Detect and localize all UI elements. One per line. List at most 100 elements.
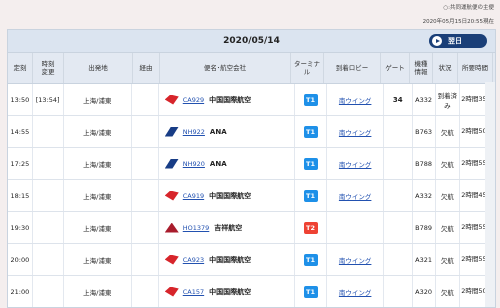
- flight-number-link[interactable]: NH920: [183, 160, 205, 168]
- airline-logo-icon: [164, 222, 179, 233]
- aircraft-type: A332: [413, 180, 436, 211]
- flight-cell: CA923 中国国際航空: [159, 244, 295, 275]
- airline-name: ANA: [209, 127, 227, 136]
- changed-time: [13:54]: [33, 84, 64, 115]
- scheduled-time: 18:15: [8, 180, 33, 211]
- scheduled-time: 13:50: [8, 84, 33, 115]
- flight-cell: CA157 中国国際航空: [159, 276, 295, 307]
- terminal-cell: T1: [295, 244, 328, 275]
- origin: 上海/浦東: [64, 276, 132, 307]
- col-aircraft: 機種 情報: [410, 53, 433, 83]
- terminal-cell: T1: [295, 148, 328, 179]
- via: [132, 116, 159, 147]
- col-lobby: 到着ロビー: [324, 53, 381, 83]
- changed-time: [33, 116, 64, 147]
- lobby-link[interactable]: 南ウイング: [339, 191, 372, 201]
- aircraft-type: B763: [413, 116, 436, 147]
- flight-number-link[interactable]: NH922: [183, 128, 205, 136]
- airline-name: 中国国際航空: [209, 287, 252, 296]
- via: [132, 276, 159, 307]
- flight-number-link[interactable]: CA923: [183, 256, 204, 264]
- col-terminal: ターミナル: [291, 53, 324, 83]
- current-date: 2020/05/14: [223, 36, 280, 46]
- airline-name: 中国国際航空: [209, 95, 252, 104]
- gate: [384, 212, 413, 243]
- table-header: 定刻 時刻 変更 出発地 経由 便名･航空会社 ターミナル 到着ロビー ゲート …: [8, 52, 495, 84]
- scrollbar[interactable]: [485, 82, 495, 307]
- airline-logo-icon: [164, 126, 179, 137]
- col-duration: 所要時間: [458, 53, 493, 83]
- table-row: 17:25 上海/浦東 NH920 ANA T1 南ウイング B788 欠航 2時間55分: [8, 148, 495, 180]
- terminal-cell: T1: [295, 116, 328, 147]
- date-bar: 2020/05/14 翌日: [8, 30, 495, 52]
- origin: 上海/浦東: [64, 116, 132, 147]
- lobby-cell: 南ウイング: [327, 244, 384, 275]
- lobby-link[interactable]: 南ウイング: [339, 255, 372, 265]
- terminal-badge[interactable]: T1: [303, 157, 318, 170]
- col-flight: 便名･航空会社: [160, 53, 291, 83]
- scheduled-time: 19:30: [8, 212, 33, 243]
- flight-cell: CA929 中国国際航空: [159, 84, 295, 115]
- col-changed: 時刻 変更: [33, 53, 64, 83]
- scheduled-time: 17:25: [8, 148, 33, 179]
- lobby-cell: 南ウイング: [327, 180, 384, 211]
- flight-cell: NH922 ANA: [159, 116, 295, 147]
- aircraft-type: B789: [413, 212, 436, 243]
- origin: 上海/浦東: [64, 244, 132, 275]
- arrow-right-icon: [432, 36, 442, 46]
- aircraft-type: A320: [413, 276, 436, 307]
- flight-number-link[interactable]: CA929: [183, 96, 204, 104]
- flight-number-link[interactable]: HO1379: [183, 224, 210, 232]
- terminal-cell: T2: [295, 212, 328, 243]
- scheduled-time: 21:00: [8, 276, 33, 307]
- terminal-badge[interactable]: T1: [303, 189, 318, 202]
- airline-logo-icon: [164, 158, 179, 169]
- gate: 34: [384, 84, 413, 115]
- gate: [384, 116, 413, 147]
- table-row: 20:00 上海/浦東 CA923 中国国際航空 T1 南ウイング A321 欠航 2時間55分: [8, 244, 495, 276]
- airline-name: ANA: [209, 159, 227, 168]
- codeshare-note: ○:共同運航便の主便: [443, 5, 494, 11]
- origin: 上海/浦東: [64, 180, 132, 211]
- scheduled-time: 14:55: [8, 116, 33, 147]
- flight-status: 欠航: [436, 276, 461, 307]
- changed-time: [33, 148, 64, 179]
- changed-time: [33, 244, 64, 275]
- flight-status: 欠航: [436, 244, 461, 275]
- lobby-link[interactable]: 南ウイング: [339, 127, 372, 137]
- terminal-badge[interactable]: T1: [303, 253, 318, 266]
- flight-number-link[interactable]: CA157: [183, 288, 204, 296]
- terminal-badge[interactable]: T1: [303, 125, 318, 138]
- next-day-label: 翌日: [448, 37, 462, 45]
- flight-number-link[interactable]: CA919: [183, 192, 204, 200]
- terminal-cell: T1: [295, 276, 328, 307]
- lobby-link[interactable]: 南ウイング: [339, 159, 372, 169]
- lobby-cell: 南ウイング: [327, 148, 384, 179]
- flight-list: 13:50 [13:54] 上海/浦東 CA929 中国国際航空 T1 南ウイング 34 A33…: [8, 84, 495, 307]
- lobby-link[interactable]: 南ウイング: [339, 95, 372, 105]
- via: [132, 84, 159, 115]
- airline-name: 中国国際航空: [209, 191, 252, 200]
- terminal-badge[interactable]: T1: [303, 93, 318, 106]
- via: [132, 244, 159, 275]
- changed-time: [33, 180, 64, 211]
- next-day-button[interactable]: 翌日: [429, 34, 487, 48]
- table-row: 18:15 上海/浦東 CA919 中国国際航空 T1 南ウイング A332 欠航 2時間45分: [8, 180, 495, 212]
- airline-logo-icon: [164, 286, 179, 297]
- lobby-link[interactable]: 南ウイング: [339, 287, 372, 297]
- via: [132, 180, 159, 211]
- flight-cell: NH920 ANA: [159, 148, 295, 179]
- changed-time: [33, 212, 64, 243]
- terminal-badge[interactable]: T2: [303, 221, 318, 234]
- via: [132, 148, 159, 179]
- gate: [384, 276, 413, 307]
- airline-logo-icon: [164, 190, 179, 201]
- aircraft-type: A332: [413, 84, 436, 115]
- terminal-badge[interactable]: T1: [303, 285, 318, 298]
- flight-status: 欠航: [436, 148, 461, 179]
- aircraft-type: A321: [413, 244, 436, 275]
- updated-time: 2020年05月15日20:55現在: [422, 19, 494, 25]
- changed-time: [33, 276, 64, 307]
- lobby-cell: [327, 212, 384, 243]
- terminal-cell: T1: [295, 84, 328, 115]
